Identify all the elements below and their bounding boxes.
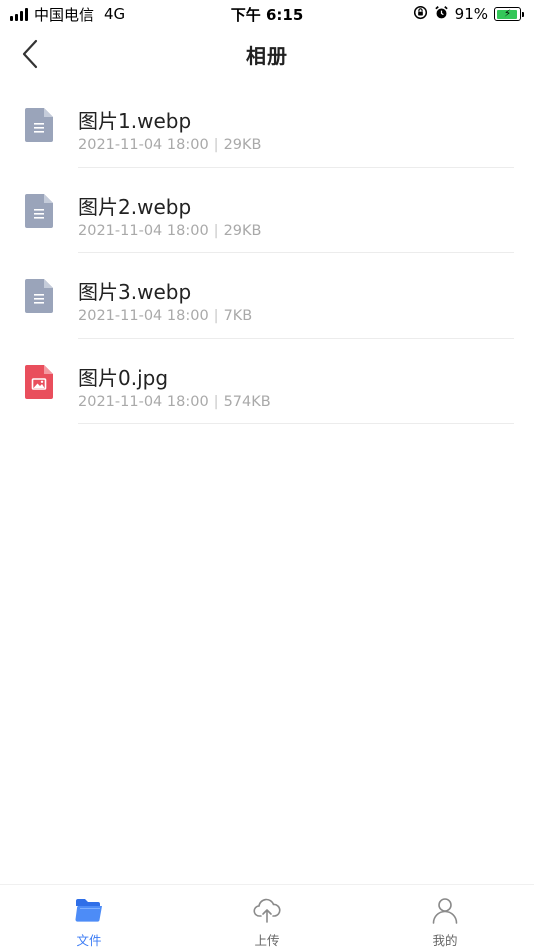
file-info: 图片0.jpg 2021-11-04 18:00 | 574KB xyxy=(78,339,514,424)
file-size: 574KB xyxy=(223,393,271,410)
file-size: 7KB xyxy=(223,308,253,324)
file-meta: 2021-11-04 18:00 | 7KB xyxy=(78,308,252,324)
signal-strength-icon xyxy=(10,7,28,21)
tab-files[interactable]: 文件 xyxy=(0,885,178,950)
chevron-left-icon xyxy=(22,39,38,69)
file-date: 2021-11-04 18:00 xyxy=(78,137,209,153)
battery-percent: 91% xyxy=(454,5,488,23)
file-info: 图片3.webp 2021-11-04 18:00 | 7KB xyxy=(78,253,514,339)
page-title: 相册 xyxy=(246,43,288,68)
file-name: 图片0.jpg xyxy=(78,365,169,390)
carrier-label: 中国电信 xyxy=(34,5,95,24)
meta-separator: | xyxy=(213,393,219,410)
meta-separator: | xyxy=(213,308,219,324)
file-list-item[interactable]: 图片0.jpg 2021-11-04 18:00 | 574KB xyxy=(0,339,534,424)
file-name: 图片1.webp xyxy=(78,109,192,133)
navigation-bar: 相册 xyxy=(0,28,534,80)
file-date: 2021-11-04 18:00 xyxy=(78,393,209,410)
user-icon xyxy=(430,895,460,925)
file-info: 图片2.webp 2021-11-04 18:00 | 29KB xyxy=(78,168,514,253)
file-list-item[interactable]: 图片2.webp 2021-11-04 18:00 | 29KB xyxy=(0,168,534,253)
file-date: 2021-11-04 18:00 xyxy=(78,308,209,324)
battery-icon: ⚡ xyxy=(494,7,524,21)
status-bar: 中国电信 4G 下午 6:15 91% ⚡ xyxy=(0,0,534,28)
document-file-icon xyxy=(25,108,53,142)
document-file-icon xyxy=(25,279,53,313)
status-right: 91% ⚡ xyxy=(413,5,524,24)
file-meta: 2021-11-04 18:00 | 29KB xyxy=(78,223,261,239)
meta-separator: | xyxy=(213,222,219,239)
file-list-item[interactable]: 图片3.webp 2021-11-04 18:00 | 7KB xyxy=(0,253,534,339)
file-info: 图片1.webp 2021-11-04 18:00 | 29KB xyxy=(78,82,514,168)
file-meta: 2021-11-04 18:00 | 574KB xyxy=(78,394,271,410)
document-file-icon xyxy=(25,193,53,228)
status-left: 中国电信 4G xyxy=(10,4,125,25)
file-list-item[interactable]: 图片1.webp 2021-11-04 18:00 | 29KB xyxy=(0,82,534,168)
tab-label: 我的 xyxy=(432,933,458,948)
meta-separator: | xyxy=(213,137,219,153)
tab-label: 上传 xyxy=(254,933,280,948)
alarm-icon xyxy=(434,5,449,24)
file-list: 图片1.webp 2021-11-04 18:00 | 29KB 图片2.webp … xyxy=(0,82,534,424)
file-size: 29KB xyxy=(223,137,262,153)
network-label: 4G xyxy=(104,5,126,23)
tab-upload[interactable]: 上传 xyxy=(178,885,356,950)
back-button[interactable] xyxy=(12,36,48,72)
cloud-upload-icon xyxy=(252,895,282,925)
file-meta: 2021-11-04 18:00 | 29KB xyxy=(78,137,261,153)
folder-icon xyxy=(74,895,104,925)
orientation-lock-icon xyxy=(413,5,428,24)
file-name: 图片3.webp xyxy=(78,280,192,304)
file-date: 2021-11-04 18:00 xyxy=(78,222,209,239)
tab-bar: 文件 上传 我的 xyxy=(0,884,534,950)
image-file-icon xyxy=(25,364,53,399)
file-size: 29KB xyxy=(223,222,262,239)
tab-profile[interactable]: 我的 xyxy=(356,885,534,950)
file-name: 图片2.webp xyxy=(78,194,192,219)
tab-label: 文件 xyxy=(76,933,102,948)
